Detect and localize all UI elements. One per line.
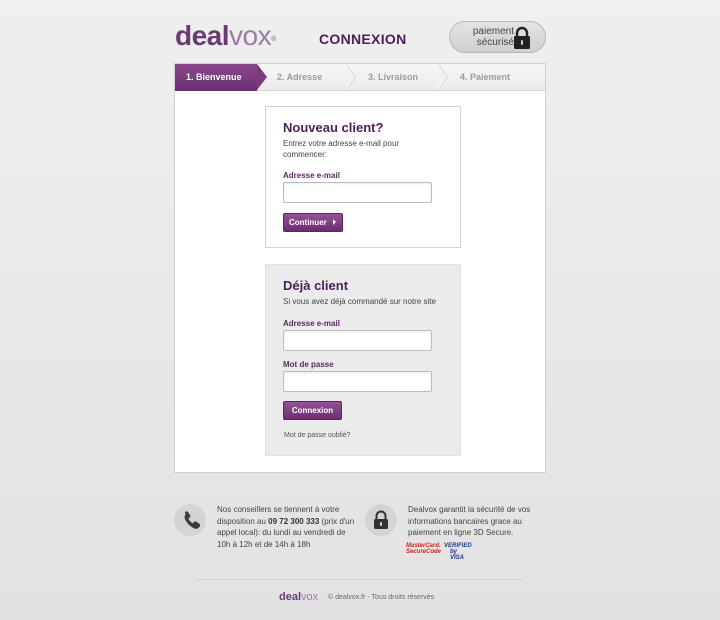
phone-icon <box>184 511 201 529</box>
step-bienvenue[interactable]: 1. Bienvenue <box>175 64 257 91</box>
continue-button[interactable]: Continuer <box>283 213 343 232</box>
existing-client-email-label: Adresse e-mail <box>283 319 340 328</box>
footer-logo-main: deal <box>279 591 302 603</box>
checkout-container: 1. Bienvenue 2. Adresse 3. Livraison 4. … <box>174 63 546 473</box>
step-livraison[interactable]: 3. Livraison <box>368 64 438 91</box>
secure-payment-text: paiement sécurisé <box>458 26 514 48</box>
phone-icon-circle <box>174 504 206 536</box>
phone-number[interactable]: 09 72 300 333 <box>268 517 319 526</box>
logo-main: deal <box>175 20 230 51</box>
checkout-steps: 1. Bienvenue 2. Adresse 3. Livraison 4. … <box>175 64 545 91</box>
secure-line-2: sécurisé <box>476 37 514 48</box>
footer-copyright: © dealvox.fr - Tous droits réservés <box>328 594 435 601</box>
step-paiement[interactable]: 4. Paiement <box>460 64 540 91</box>
footer-logo-accent: vox <box>301 591 319 603</box>
login-button[interactable]: Connexion <box>283 401 342 420</box>
existing-client-panel: Déjà client Si vous avez déjà commandé s… <box>265 264 461 456</box>
step-separator-inner <box>438 64 447 90</box>
footer-divider <box>195 579 523 580</box>
phone-info: Nos conseillers se tiennent à votre disp… <box>217 504 357 550</box>
mastercard-securecode-logo: MasterCard. SecureCode <box>406 543 441 555</box>
new-client-panel: Nouveau client? Entrez votre adresse e-m… <box>265 106 461 248</box>
visa-line-1: VERIFIED <box>444 543 472 549</box>
logo-accent: vox <box>229 20 272 51</box>
continue-button-label: Continuer <box>288 218 327 227</box>
new-client-title: Nouveau client? <box>283 120 384 135</box>
forgot-password-link[interactable]: Mot de passe oublié? <box>284 432 351 439</box>
password-input[interactable] <box>283 371 432 392</box>
page-title: CONNEXION <box>319 31 407 47</box>
verified-by-visa-logo: VERIFIED by VISA <box>444 543 472 561</box>
new-client-email-label: Adresse e-mail <box>283 171 340 180</box>
new-client-subtitle: Entrez votre adresse e-mail pour commenc… <box>283 139 400 159</box>
step-arrow-active <box>257 64 267 90</box>
footer-logo[interactable]: dealvox <box>279 591 318 603</box>
step-adresse[interactable]: 2. Adresse <box>277 64 347 91</box>
new-client-email-input[interactable] <box>283 182 432 203</box>
lock-icon <box>374 510 388 529</box>
secure-payment-badge: paiement sécurisé <box>449 21 546 53</box>
existing-client-title: Déjà client <box>283 278 349 293</box>
chevron-right-icon <box>333 219 336 225</box>
mastercard-line-2: SecureCode <box>406 549 442 555</box>
step-separator-inner <box>346 64 355 90</box>
lock-icon-circle <box>365 504 397 536</box>
password-label: Mot de passe <box>283 360 334 369</box>
visa-line-2: by VISA <box>450 549 465 561</box>
existing-client-email-input[interactable] <box>283 330 432 351</box>
security-info: Dealvox garantit la sécurité de vos info… <box>408 505 531 537</box>
secure-line-1: paiement <box>472 26 514 37</box>
logo-registered-mark: ® <box>271 36 276 43</box>
lock-icon <box>514 26 530 49</box>
brand-logo[interactable]: dealvox® <box>175 20 276 52</box>
existing-client-subtitle: Si vous avez déjà commandé sur notre sit… <box>283 297 436 306</box>
